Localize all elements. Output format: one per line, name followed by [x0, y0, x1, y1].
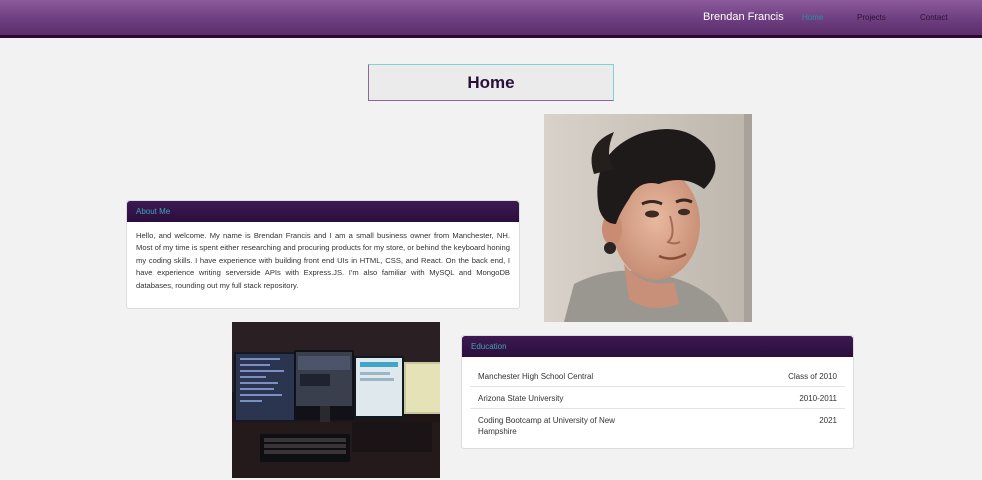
nav-link-contact[interactable]: Contact	[920, 13, 948, 22]
education-header: Education	[462, 336, 853, 357]
page-title: Home	[467, 72, 515, 92]
school-year: Class of 2010	[788, 372, 837, 381]
profile-photo-illustration	[544, 114, 752, 322]
list-item: Manchester High School Central Class of …	[470, 365, 845, 387]
workstation-illustration	[232, 322, 440, 478]
school-name: Manchester High School Central	[478, 372, 594, 381]
about-me-header: About Me	[127, 201, 519, 222]
about-me-text: Hello, and welcome. My name is Brendan F…	[136, 231, 510, 290]
about-me-heading: About Me	[136, 207, 171, 216]
nav-link-home[interactable]: Home	[802, 13, 823, 22]
education-list: Manchester High School Central Class of …	[462, 357, 853, 441]
page-title-box: Home	[368, 64, 614, 101]
education-heading: Education	[471, 342, 507, 351]
school-name: Arizona State University	[478, 394, 564, 403]
education-card: Education Manchester High School Central…	[461, 335, 854, 449]
school-year: 2021	[819, 416, 837, 425]
nav-link-projects[interactable]: Projects	[857, 13, 886, 22]
school-name: Coding Bootcamp at University of New Ham…	[478, 416, 615, 436]
navbar: Brendan Francis Home Projects Contact	[0, 0, 982, 38]
workstation-photo	[232, 322, 440, 478]
school-year: 2010-2011	[799, 394, 837, 403]
about-me-card: About Me Hello, and welcome. My name is …	[126, 200, 520, 309]
brand-name[interactable]: Brendan Francis	[703, 11, 784, 23]
profile-photo	[544, 114, 752, 322]
list-item: Coding Bootcamp at University of New Ham…	[470, 409, 845, 441]
list-item: Arizona State University 2010-2011	[470, 387, 845, 409]
